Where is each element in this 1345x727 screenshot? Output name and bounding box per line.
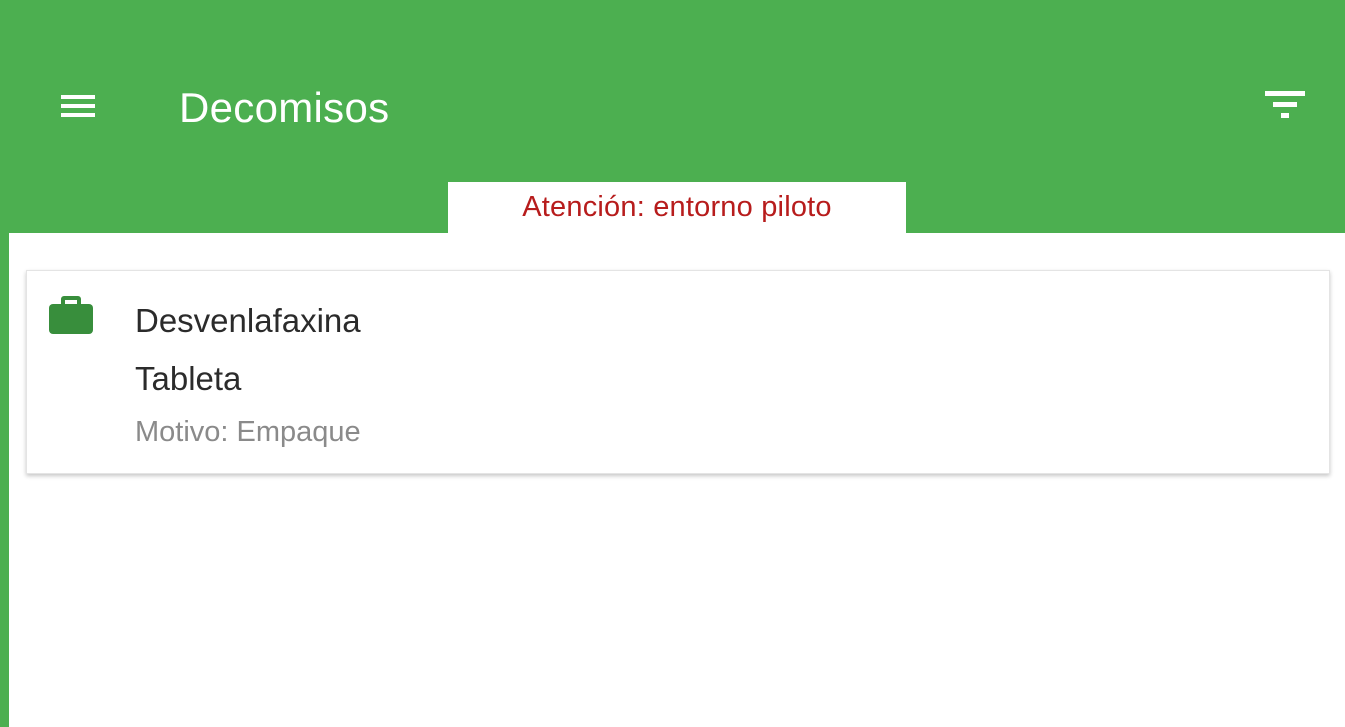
list-item[interactable]: Desvenlafaxina Tableta Motivo: Empaque: [26, 270, 1330, 474]
filter-icon: [1265, 91, 1305, 118]
filter-button[interactable]: [1258, 82, 1312, 128]
banner-text: Atención: entorno piloto: [522, 191, 832, 223]
item-reason: Motivo: Empaque: [135, 416, 361, 448]
app-root: Decomisos Atención: entorno piloto Desve…: [0, 0, 1345, 727]
item-name: Desvenlafaxina: [135, 302, 361, 339]
menu-icon: [61, 95, 95, 117]
menu-button[interactable]: [50, 84, 106, 128]
pilot-environment-banner: Atención: entorno piloto: [448, 182, 906, 233]
briefcase-icon: [49, 296, 93, 334]
item-form: Tableta: [135, 360, 242, 397]
app-bar: Decomisos Atención: entorno piloto: [0, 0, 1345, 233]
page-title: Decomisos: [179, 84, 390, 131]
